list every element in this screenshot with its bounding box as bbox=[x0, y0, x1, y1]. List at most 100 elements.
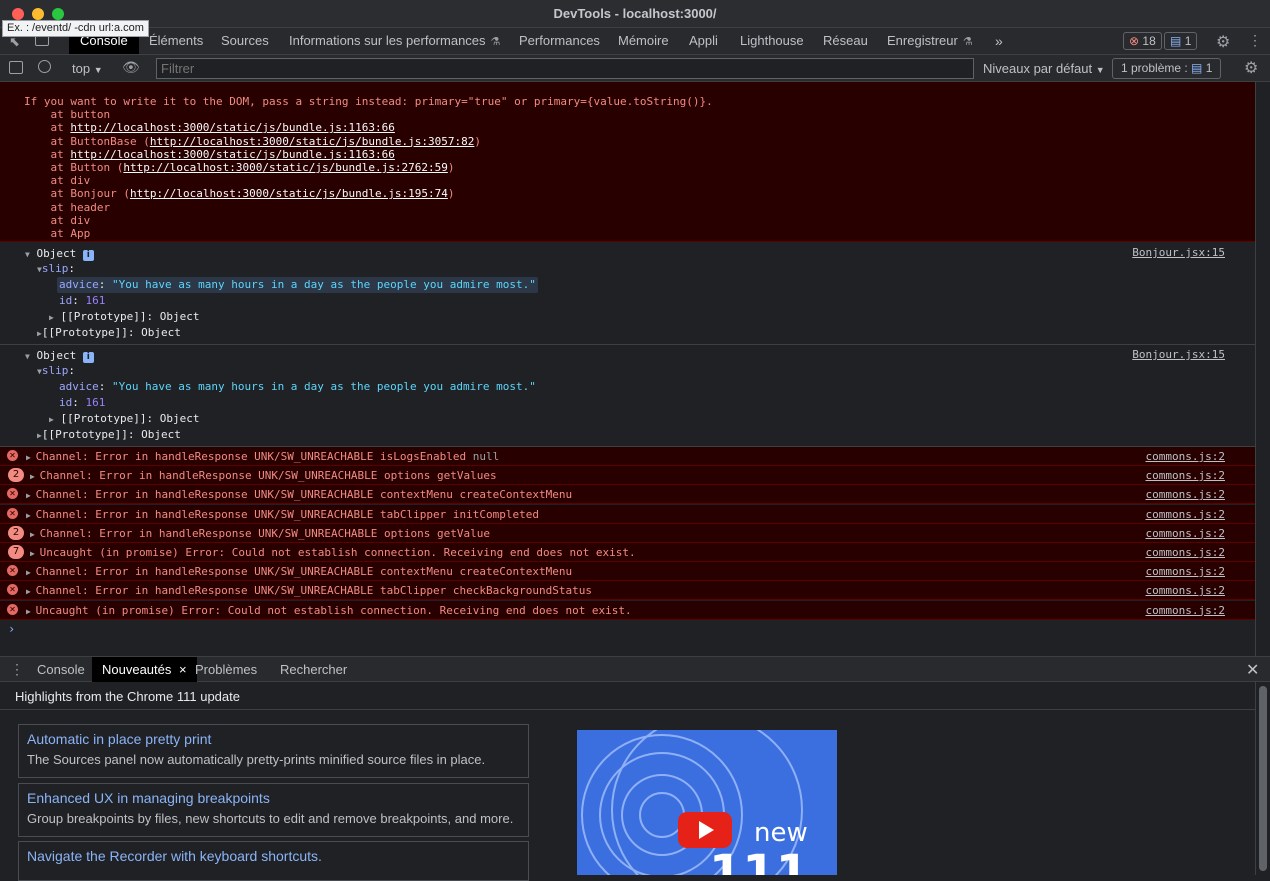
drawer-tab-search[interactable]: Rechercher bbox=[280, 662, 347, 677]
source-link[interactable]: commons.js:2 bbox=[1146, 469, 1225, 482]
tab-performance-insights[interactable]: Informations sur les performances ⚗ bbox=[289, 33, 500, 48]
feature-title: Enhanced UX in managing breakpoints bbox=[27, 790, 270, 806]
more-tabs-icon[interactable]: » bbox=[995, 33, 1003, 49]
video-thumbnail[interactable]: new 111 bbox=[577, 730, 837, 875]
tab-lighthouse[interactable]: Lighthouse bbox=[740, 33, 804, 48]
advice-property: advice: "You have as many hours in a day… bbox=[59, 380, 536, 393]
feature-card[interactable]: Enhanced UX in managing breakpoints Grou… bbox=[18, 783, 529, 837]
prototype-node[interactable]: ▶[[Prototype]]: Object bbox=[37, 427, 181, 444]
live-expression-eye-icon[interactable]: 👁 bbox=[122, 59, 140, 76]
more-options-icon[interactable]: ⋮ bbox=[1248, 32, 1262, 49]
source-link[interactable]: commons.js:2 bbox=[1146, 508, 1225, 521]
stack-frame-link[interactable]: http://localhost:3000/static/js/bundle.j… bbox=[123, 161, 448, 174]
error-row[interactable]: ✕ ▶ Channel: Error in handleResponse UNK/… bbox=[0, 581, 1255, 601]
feature-card[interactable]: Automatic in place pretty print The Sour… bbox=[18, 724, 529, 778]
errors-badge[interactable]: ⊗ 18 bbox=[1123, 32, 1162, 50]
expand-triangle-icon[interactable]: ▶ bbox=[26, 607, 36, 616]
feature-card[interactable]: Navigate the Recorder with keyboard shor… bbox=[18, 841, 529, 881]
expand-triangle-icon[interactable]: ▶ bbox=[26, 491, 36, 500]
slip-node[interactable]: ▼slip: bbox=[37, 261, 75, 278]
clear-console-icon[interactable] bbox=[38, 60, 51, 73]
error-row[interactable]: ✕ ▶ Uncaught (in promise) Error: Could no… bbox=[0, 600, 1255, 620]
tab-sources[interactable]: Sources bbox=[221, 33, 269, 48]
stack-frame: at header bbox=[24, 200, 111, 214]
expand-triangle-icon[interactable]: ▶ bbox=[26, 568, 36, 577]
drawer-tab-console[interactable]: Console bbox=[37, 662, 85, 677]
tab-memory[interactable]: Mémoire bbox=[618, 33, 669, 48]
error-row[interactable]: ✕ ▶ Channel: Error in handleResponse UNK/… bbox=[0, 562, 1255, 582]
close-tab-icon[interactable]: × bbox=[179, 662, 187, 677]
error-message: ▶ Channel: Error in handleResponse UNK/S… bbox=[26, 565, 572, 578]
stack-frame-link[interactable]: http://localhost:3000/static/js/bundle.j… bbox=[130, 187, 448, 200]
expand-triangle-icon[interactable]: ▶ bbox=[30, 549, 40, 558]
console-settings-gear-icon[interactable]: ⚙ bbox=[1244, 58, 1258, 78]
console-scrollbar[interactable] bbox=[1255, 82, 1270, 656]
info-icon: i bbox=[82, 352, 94, 363]
error-text: Channel: Error in handleResponse UNK/SW_… bbox=[35, 565, 573, 579]
expand-triangle-icon[interactable]: ▶ bbox=[30, 472, 40, 481]
stack-frame-link[interactable]: http://localhost:3000/static/js/bundle.j… bbox=[150, 135, 475, 148]
source-link[interactable]: commons.js:2 bbox=[1146, 488, 1225, 501]
filter-input[interactable] bbox=[156, 58, 974, 79]
context-selector[interactable]: top ▼ bbox=[72, 61, 103, 76]
play-button[interactable] bbox=[678, 812, 732, 848]
drawer-tab-whats-new-label: Nouveautés bbox=[102, 662, 172, 677]
expand-triangle-icon[interactable]: ▶ bbox=[26, 453, 36, 462]
error-row[interactable]: 2 ▶ Channel: Error in handleResponse UNK/… bbox=[0, 466, 1255, 486]
drawer-tab-whats-new[interactable]: Nouveautés × bbox=[92, 657, 197, 682]
stack-frame: at button bbox=[24, 108, 111, 122]
expand-triangle-icon[interactable]: ▶ bbox=[26, 511, 36, 520]
tab-elements[interactable]: Éléments bbox=[149, 33, 203, 48]
tab-performance[interactable]: Performances bbox=[519, 33, 600, 48]
drawer-scroll-thumb[interactable] bbox=[1259, 686, 1267, 871]
whats-new-content: Automatic in place pretty print The Sour… bbox=[0, 710, 1255, 881]
whats-new-heading: Highlights from the Chrome 111 update bbox=[0, 682, 1255, 710]
stack-frame: at http://localhost:3000/static/js/bundl… bbox=[24, 147, 395, 161]
source-link[interactable]: commons.js:2 bbox=[1146, 527, 1225, 540]
drawer-menu-icon[interactable]: ⋮ bbox=[10, 661, 24, 678]
source-link[interactable]: commons.js:2 bbox=[1146, 584, 1225, 597]
advice-value: "You have as many hours in a day as the … bbox=[112, 380, 536, 393]
error-icon: ✕ bbox=[7, 507, 18, 519]
drawer-tab-issues[interactable]: Problèmes bbox=[195, 662, 257, 677]
tab-network[interactable]: Réseau bbox=[823, 33, 868, 48]
id-property: id: 161 bbox=[59, 396, 106, 409]
advice-key: advice bbox=[59, 278, 99, 291]
id-key: id bbox=[59, 396, 73, 409]
error-row[interactable]: ✕ ▶ Channel: Error in handleResponse UNK/… bbox=[0, 504, 1255, 524]
error-row[interactable]: ✕ ▶ Channel: Error in handleResponse UNK/… bbox=[0, 447, 1255, 466]
error-row[interactable]: ✕ ▶ Channel: Error in handleResponse UNK/… bbox=[0, 485, 1255, 505]
warning-text: If you want to write it to the DOM, pass… bbox=[24, 95, 713, 108]
feature-description: Group breakpoints by files, new shortcut… bbox=[27, 811, 514, 826]
source-link[interactable]: Bonjour.jsx:15 bbox=[1132, 245, 1225, 261]
tab-recorder[interactable]: Enregistreur ⚗ bbox=[887, 33, 973, 48]
source-link[interactable]: commons.js:2 bbox=[1146, 450, 1225, 463]
stack-frame-link[interactable]: http://localhost:3000/static/js/bundle.j… bbox=[70, 121, 395, 134]
stack-frame-link[interactable]: http://localhost:3000/static/js/bundle.j… bbox=[70, 148, 395, 161]
close-drawer-icon[interactable]: ✕ bbox=[1246, 660, 1259, 680]
source-link[interactable]: commons.js:2 bbox=[1146, 546, 1225, 559]
drawer-scrollbar[interactable] bbox=[1255, 682, 1270, 875]
error-icon: ✕ bbox=[7, 565, 18, 577]
tab-application[interactable]: Appli bbox=[689, 33, 718, 48]
error-row[interactable]: 2 ▶ Channel: Error in handleResponse UNK/… bbox=[0, 523, 1255, 543]
log-levels-dropdown[interactable]: Niveaux par défaut ▼ bbox=[983, 61, 1105, 76]
prototype-node[interactable]: ▶[[Prototype]]: Object bbox=[37, 325, 181, 342]
error-row[interactable]: 7 ▶ Uncaught (in promise) Error: Could no… bbox=[0, 543, 1255, 562]
advice-property: advice: "You have as many hours in a day… bbox=[57, 277, 538, 293]
prototype-node[interactable]: ▶ [[Prototype]]: Object bbox=[49, 309, 200, 326]
expand-triangle-icon[interactable]: ▶ bbox=[26, 587, 36, 596]
source-link[interactable]: commons.js:2 bbox=[1146, 604, 1225, 617]
prototype-node[interactable]: ▶ [[Prototype]]: Object bbox=[49, 411, 200, 428]
advice-key: advice bbox=[59, 380, 99, 393]
messages-badge[interactable]: ▤ 1 bbox=[1164, 32, 1198, 50]
slip-node[interactable]: ▼slip: bbox=[37, 363, 75, 380]
error-text: Channel: Error in handleResponse UNK/SW_… bbox=[35, 450, 467, 463]
settings-gear-icon[interactable]: ⚙ bbox=[1216, 32, 1230, 52]
console-prompt-chevron-icon[interactable]: › bbox=[8, 622, 15, 636]
issues-button[interactable]: 1 problème : ▤ 1 bbox=[1112, 58, 1222, 79]
source-link[interactable]: Bonjour.jsx:15 bbox=[1132, 347, 1225, 363]
expand-triangle-icon[interactable]: ▶ bbox=[30, 530, 40, 539]
sidebar-toggle-icon[interactable] bbox=[9, 61, 23, 74]
source-link[interactable]: commons.js:2 bbox=[1146, 565, 1225, 578]
